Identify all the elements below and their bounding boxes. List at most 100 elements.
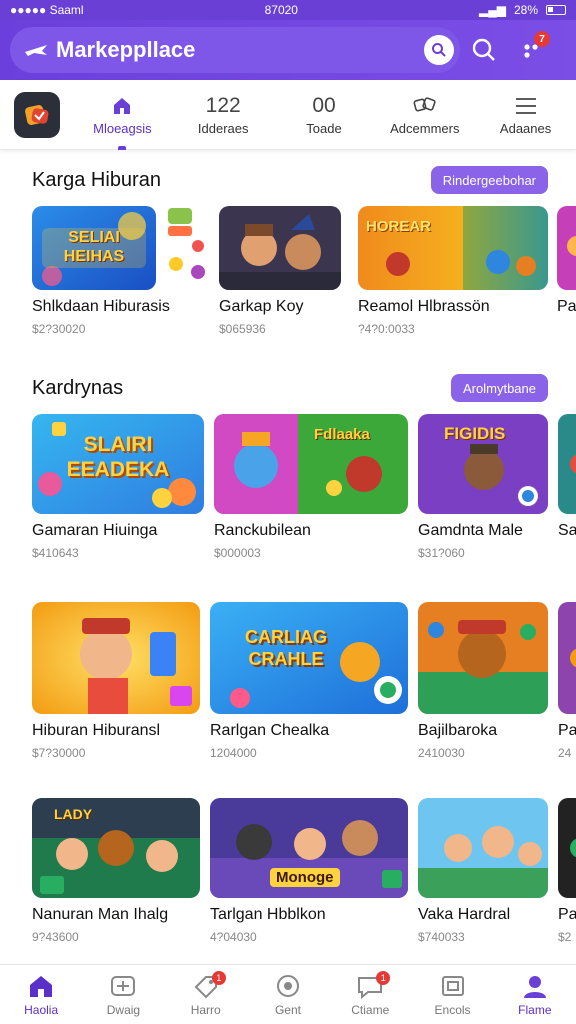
content-scroll[interactable]: Karga Hiburan Rindergeebohar SELIAI HEIH… (0, 150, 576, 964)
game-card[interactable]: Vaka Hardral $740033 (418, 798, 548, 944)
app-logo[interactable] (14, 91, 60, 138)
game-card[interactable]: Bajilbaroka 2410030 (418, 602, 548, 760)
nav-coins[interactable]: Gent (247, 965, 329, 1024)
game-card[interactable]: Pa $2 (558, 798, 576, 944)
game-card[interactable]: Garkap Koy $065936 (219, 206, 341, 336)
tab-label: Toade (306, 120, 342, 136)
thumbnail-art-text: LADY (54, 806, 93, 822)
section-header: Karga Hiburan Rindergeebohar (32, 166, 548, 194)
tab-count: 122 (205, 93, 241, 117)
game-card[interactable]: Hiburan Hiburansl $7?30000 (32, 602, 200, 760)
nav-deals[interactable]: 1 Harro (165, 965, 247, 1024)
thumbnail-art-text: CARLIAG CRAHLE (245, 627, 327, 669)
search-bar[interactable]: Markeppllace (10, 27, 460, 73)
card-title: Hiburan Hiburansl (32, 722, 161, 739)
thumbnail-art-text: FIGIDIS (444, 424, 506, 443)
game-thumbnail (418, 798, 548, 898)
game-card[interactable]: LADY Nanuran Man Ihalg 9?43600 (32, 798, 200, 944)
nav-chat[interactable]: 1 Ctiame (329, 965, 411, 1024)
tab-adventures[interactable]: Adcemmers (374, 80, 475, 150)
card-price: $2?30020 (32, 322, 86, 336)
game-card[interactable]: CARLIAG CRAHLE Rarlgan Chealka 1204000 (210, 602, 408, 760)
card-row: SLAIRI EEADEKA Gamaran Hiuinga $410643 F… (0, 414, 576, 560)
game-card[interactable]: Fdlaaka Ranckubilean $000003 (214, 414, 408, 560)
thumbnail-art-text: SELIAI HEIHAS (63, 229, 125, 265)
game-thumbnail (558, 602, 576, 714)
thumbnail-art-text: Monoge (270, 868, 340, 887)
nav-games[interactable]: Dwaig (82, 965, 164, 1024)
see-all-button[interactable]: Rindergeebohar (430, 166, 548, 194)
app-bar: Markeppllace 7 (0, 20, 576, 80)
game-thumbnail: CARLIAG CRAHLE (210, 602, 408, 714)
game-thumbnail: SLAIRI EEADEKA (32, 414, 204, 514)
search-button[interactable] (460, 27, 508, 73)
card-title: Shlkdaan Hiburasis (32, 298, 170, 315)
card-price: $7?30000 (32, 746, 86, 760)
tab-menu[interactable]: Adaanes (475, 80, 576, 150)
thumbnail-art-text: SLAIRI EEADEKA (66, 433, 170, 481)
card-price: $31?060 (418, 546, 465, 560)
dice-icon (413, 94, 437, 118)
game-card[interactable]: SLAIRI EEADEKA Gamaran Hiuinga $410643 (32, 414, 204, 560)
card-price: $2 (558, 930, 572, 944)
coin-icon (274, 972, 302, 1000)
tab-count-a[interactable]: 122 Idderaes (173, 80, 274, 150)
nav-home[interactable]: Haolia (0, 965, 82, 1024)
nav-store[interactable]: Encols (411, 965, 493, 1024)
game-thumbnail (418, 602, 548, 714)
card-price: $000003 (214, 546, 261, 560)
notifications-button[interactable]: 7 (508, 27, 556, 73)
game-thumbnail: Fdlaaka (214, 414, 408, 514)
card-title: Pa (558, 906, 576, 923)
game-card[interactable]: HOREAR Reamol Hlbrassön ?4?0:0033 (358, 206, 548, 336)
category-tabs: Mloeagsis 122 Idderaes 00 Toade Adcemmer… (0, 80, 576, 150)
game-card[interactable]: SELIAI HEIHAS Shlkdaan Hiburasis $2?3002… (32, 206, 170, 336)
nav-label: Dwaig (106, 1003, 141, 1017)
nav-label: Flame (518, 1003, 552, 1017)
game-card[interactable]: FIGIDIS Gamdnta Male $31?060 (418, 414, 548, 560)
card-price: 4?04030 (210, 930, 257, 944)
see-all-button[interactable]: Arolmytbane (451, 374, 548, 402)
tab-home[interactable]: Mloeagsis (72, 80, 173, 150)
game-thumbnail (219, 206, 341, 290)
game-card[interactable]: Pa (557, 206, 576, 316)
home-icon (111, 94, 133, 118)
game-thumbnail: FIGIDIS (418, 414, 548, 514)
thumbnail-art-text: Fdlaaka (314, 426, 370, 443)
game-card[interactable]: Monoge Tarlgan Hbblkon 4?04030 (210, 798, 408, 944)
card-price: ?4?0:0033 (358, 322, 415, 336)
app-title: Markeppllace (56, 37, 196, 62)
menu-icon (514, 94, 538, 118)
card-title: Gamaran Hiuinga (32, 522, 158, 539)
card-price: 1204000 (210, 746, 257, 760)
game-thumbnail: LADY (32, 798, 200, 898)
card-title: Garkap Koy (219, 298, 304, 315)
card-row: LADY Nanuran Man Ihalg 9?43600 Monoge Ta… (0, 798, 576, 944)
card-title: Pa (557, 298, 576, 315)
card-price: 9?43600 (32, 930, 79, 944)
nav-label: Haolia (24, 1003, 59, 1017)
nav-label: Encols (434, 1003, 471, 1017)
plane-icon (24, 41, 52, 59)
tab-count-b[interactable]: 00 Toade (274, 80, 375, 150)
thumbnail-art-text: HOREAR (366, 218, 432, 235)
tab-count: 00 (312, 93, 336, 117)
nav-label: Gent (274, 1003, 301, 1017)
card-title: Nanuran Man Ihalg (32, 906, 169, 923)
search-icon[interactable] (424, 35, 454, 65)
game-card[interactable]: Pa 24 (558, 602, 576, 760)
card-price: $740033 (418, 930, 465, 944)
battery-label: 28% (513, 3, 538, 17)
section-title: Kardrynas (32, 376, 124, 399)
nav-profile[interactable]: Flame (494, 965, 576, 1024)
tab-label: Mloeagsis (93, 120, 152, 136)
card-price: 24 (558, 746, 572, 760)
game-card[interactable]: Sa (558, 414, 576, 540)
gamepad-icon (109, 972, 137, 1000)
profile-icon (521, 972, 549, 1000)
game-thumbnail (32, 602, 200, 714)
tab-label: Adcemmers (390, 120, 460, 136)
tab-label: Adaanes (499, 120, 552, 136)
card-title: Ranckubilean (214, 522, 311, 539)
card-price: $065936 (219, 322, 266, 336)
